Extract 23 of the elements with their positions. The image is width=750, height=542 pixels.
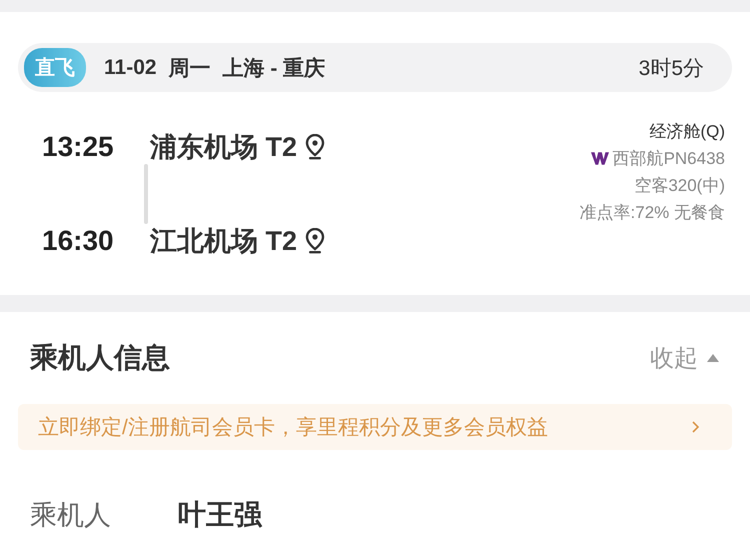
- membership-banner[interactable]: 立即绑定/注册航司会员卡，享里程积分及更多会员权益: [18, 404, 732, 450]
- flight-date: 11-02: [104, 56, 157, 80]
- caret-icon: [706, 353, 720, 363]
- collapse-toggle[interactable]: 收起: [650, 342, 720, 374]
- location-pin-icon: [305, 134, 326, 160]
- flight-weekday: 周一: [168, 56, 211, 82]
- aircraft-type: 空客320(中): [634, 175, 725, 197]
- flight-number: 西部航PN6438: [612, 148, 725, 170]
- location-pin-icon: [305, 228, 326, 254]
- airline-logo-icon: [590, 151, 609, 166]
- flight-route: 上海 - 重庆: [222, 56, 326, 82]
- chevron-right-icon: [692, 421, 700, 433]
- departure-time: 13:25: [42, 131, 115, 163]
- punctuality-meals: 准点率:72% 无餐食: [580, 202, 725, 224]
- cabin-class: 经济舱(Q): [649, 121, 725, 143]
- arrival-airport: 江北机场 T2: [150, 225, 298, 258]
- field-value: 叶王强: [178, 498, 262, 532]
- arrival-time: 16:30: [42, 225, 115, 257]
- section-title: 乘机人信息: [30, 341, 170, 375]
- direct-badge: 直飞: [24, 48, 86, 87]
- flight-duration: 3时5分: [638, 56, 704, 82]
- field-label: 乘机人: [30, 499, 112, 532]
- departure-airport: 浦东机场 T2: [150, 131, 298, 164]
